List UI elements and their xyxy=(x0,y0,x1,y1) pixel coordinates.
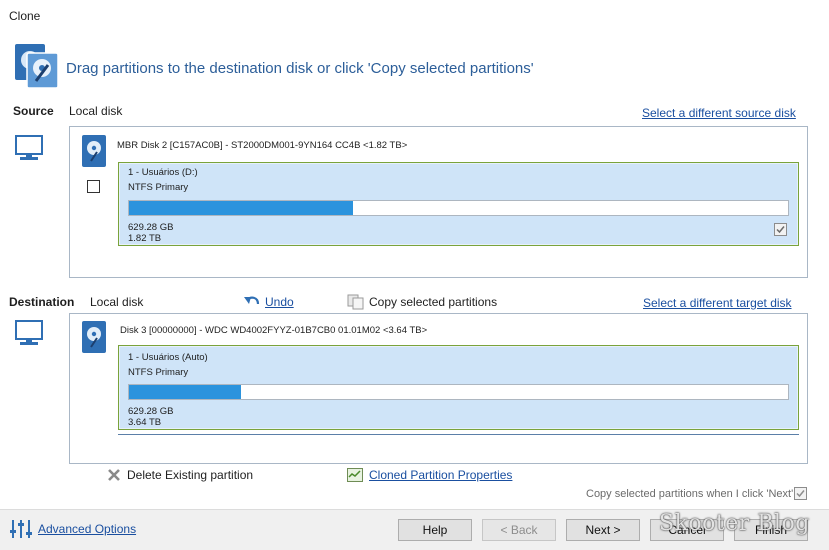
source-select-checkbox[interactable] xyxy=(87,180,100,193)
window-title: Clone xyxy=(9,9,41,23)
destination-disk-label: Disk 3 [00000000] - WDC WD4002FYYZ-01B7C… xyxy=(120,325,428,336)
undo-link[interactable]: Undo xyxy=(265,295,294,309)
copy-partitions-icon[interactable] xyxy=(347,294,365,310)
destination-partition-block[interactable]: 1 - Usuários (Auto) NTFS Primary 629.28 … xyxy=(118,345,799,430)
source-usage-fill xyxy=(129,201,354,215)
help-button[interactable]: Help xyxy=(398,519,472,541)
clone-wizard-icon xyxy=(14,43,60,89)
source-partition-block[interactable]: 1 - Usuários (D:) NTFS Primary 629.28 GB… xyxy=(118,162,799,246)
source-partition-name: 1 - Usuários (D:) xyxy=(128,167,198,178)
copy-selected-partitions-button[interactable]: Copy selected partitions xyxy=(369,295,497,309)
source-disk-panel: MBR Disk 2 [C157AC0B] - ST2000DM001-9YN1… xyxy=(69,126,808,278)
advanced-options-link[interactable]: Advanced Options xyxy=(38,522,136,536)
source-disk-type: Local disk xyxy=(69,104,123,118)
source-section-label: Source xyxy=(13,104,54,118)
copy-on-next-label: Copy selected partitions when I click 'N… xyxy=(586,488,794,500)
back-button[interactable]: < Back xyxy=(482,519,556,541)
source-disk-icon xyxy=(82,135,106,167)
destination-usage-fill xyxy=(129,385,242,399)
destination-usage-bar xyxy=(128,384,789,400)
destination-disk-icon xyxy=(82,321,106,353)
source-usage-bar xyxy=(128,200,789,216)
delete-existing-partition-button[interactable]: Delete Existing partition xyxy=(127,468,253,482)
destination-disk-panel: Disk 3 [00000000] - WDC WD4002FYYZ-01B7C… xyxy=(69,313,808,464)
copy-on-next-checkbox[interactable] xyxy=(794,487,807,500)
source-partition-checkbox[interactable] xyxy=(774,223,787,236)
destination-section-label: Destination xyxy=(9,295,75,309)
advanced-options-icon[interactable] xyxy=(9,518,33,540)
next-button[interactable]: Next > xyxy=(566,519,640,541)
select-source-disk-link[interactable]: Select a different source disk xyxy=(642,106,796,120)
source-partition-total: 1.82 TB xyxy=(128,233,162,244)
delete-icon[interactable] xyxy=(107,468,121,482)
destination-disk-type: Local disk xyxy=(90,295,144,309)
destination-partition-total: 3.64 TB xyxy=(128,417,162,428)
partition-properties-icon[interactable] xyxy=(347,468,363,482)
source-partition-fs: NTFS Primary xyxy=(128,182,189,193)
source-computer-icon xyxy=(14,133,44,163)
cloned-partition-properties-link[interactable]: Cloned Partition Properties xyxy=(369,468,512,482)
header-instruction: Drag partitions to the destination disk … xyxy=(66,60,534,77)
source-disk-label: MBR Disk 2 [C157AC0B] - ST2000DM001-9YN1… xyxy=(117,140,408,151)
select-target-disk-link[interactable]: Select a different target disk xyxy=(643,296,792,310)
destination-disk-end-line xyxy=(118,434,799,435)
watermark: Skooter Blog xyxy=(659,511,810,536)
destination-computer-icon xyxy=(14,318,44,348)
destination-partition-name: 1 - Usuários (Auto) xyxy=(128,352,208,363)
undo-icon[interactable] xyxy=(243,294,263,310)
wizard-footer: Advanced Options Help < Back Next > Canc… xyxy=(0,509,829,550)
destination-partition-fs: NTFS Primary xyxy=(128,367,189,378)
